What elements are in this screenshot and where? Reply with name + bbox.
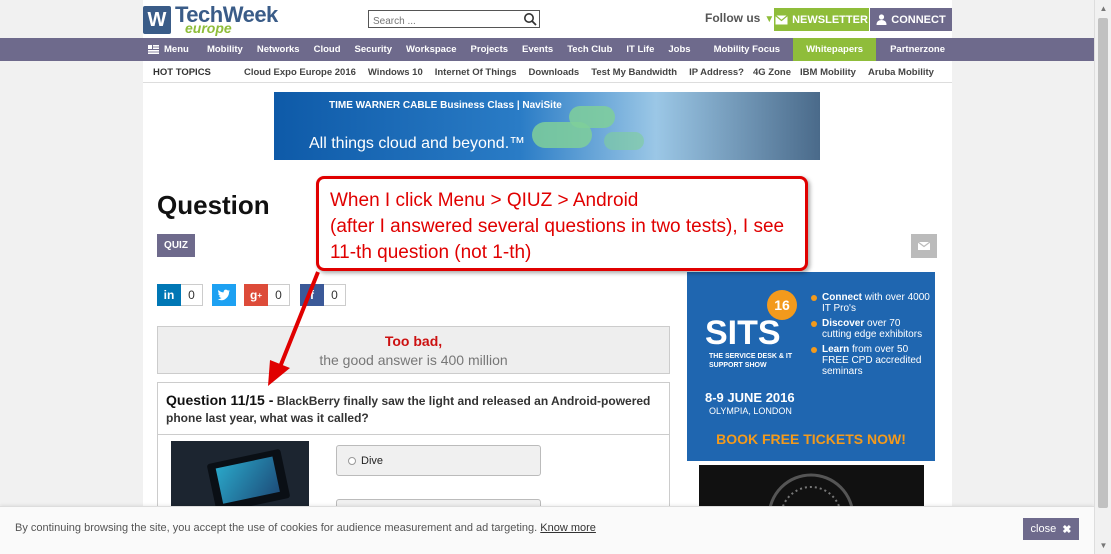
hot-topic-link[interactable]: IP Address?	[683, 67, 750, 78]
chevron-down-icon: ▼	[764, 14, 775, 25]
banner-ad[interactable]: TIME WARNER CABLE Business Class | NaviS…	[274, 92, 820, 160]
nav-item-partnerzone[interactable]: Partnerzone	[876, 38, 952, 61]
follow-us-dropdown[interactable]: Follow us ▼	[705, 11, 774, 25]
linkedin-icon: in	[157, 284, 181, 306]
cookie-close-button[interactable]: close ✖	[1023, 518, 1079, 540]
ad-subtitle: THE SERVICE DESK & IT SUPPORT SHOW	[709, 353, 793, 369]
newsletter-button[interactable]: NEWSLETTER	[774, 8, 869, 31]
answer-option[interactable]: Dive	[336, 445, 541, 476]
category-tag[interactable]: QUIZ	[157, 234, 195, 257]
newsletter-label: NEWSLETTER	[792, 13, 868, 26]
question-header: Question 11/15 - BlackBerry finally saw …	[158, 383, 669, 435]
question-number: Question 11/15 -	[166, 392, 274, 408]
ad-cta[interactable]: BOOK FREE TICKETS NOW!	[697, 428, 925, 450]
page: W TechWeek europe Follow us▼ NEWSLETTER …	[0, 0, 1111, 554]
annotation-callout: When I click Menu > QIUZ > Android (afte…	[316, 176, 808, 271]
nav-item-it-life[interactable]: IT Life	[619, 38, 661, 61]
cookie-know-more-link[interactable]: Know more	[540, 522, 596, 534]
linkedin-share[interactable]: in 0	[157, 284, 203, 306]
linkedin-count: 0	[181, 284, 203, 306]
cookie-message: By continuing browsing the site, you acc…	[15, 522, 538, 534]
answer-option-label: Dive	[361, 454, 384, 467]
nav-item-cloud[interactable]: Cloud	[307, 38, 348, 61]
nav-item-security[interactable]: Security	[348, 38, 400, 61]
phone-graphic	[206, 448, 291, 514]
email-share-button[interactable]	[911, 234, 937, 258]
main-nav: Menu Mobility Networks Cloud Security Wo…	[0, 38, 1094, 61]
ad-bullets: Connect with over 4000 IT Pro's Discover…	[811, 292, 932, 381]
logo-sub-text: europe	[185, 20, 232, 36]
nav-menu[interactable]: Menu	[143, 38, 196, 61]
nav-item-networks[interactable]: Networks	[250, 38, 307, 61]
logo-w-icon: W	[143, 6, 171, 34]
result-answer: the good answer is 400 million	[319, 352, 508, 368]
cookie-close-label: close	[1030, 523, 1057, 535]
hot-topic-link[interactable]: Test My Bandwidth	[585, 67, 683, 78]
cookie-text: By continuing browsing the site, you acc…	[15, 522, 596, 534]
ad-title: SITS	[705, 314, 781, 352]
banner-tagline: All things cloud and beyond.™	[309, 135, 526, 152]
cloud-graphic	[569, 106, 615, 128]
follow-us-label: Follow us	[705, 11, 761, 25]
annotation-line: (after I answered several questions in t…	[330, 216, 785, 237]
page-scrollbar[interactable]: ▲ ▼	[1094, 0, 1111, 554]
ad-bullet-bold: Connect	[822, 292, 862, 303]
hot-topics-bar: HOT TOPICS Cloud Expo Europe 2016 Window…	[143, 63, 952, 83]
hot-topic-link[interactable]: Cloud Expo Europe 2016	[238, 67, 362, 78]
ad-bullet-bold: Discover	[822, 318, 865, 329]
scroll-up-icon[interactable]: ▲	[1095, 0, 1111, 17]
nav-item-tech-club[interactable]: Tech Club	[560, 38, 619, 61]
facebook-count: 0	[324, 284, 346, 306]
radio-icon[interactable]	[348, 456, 356, 465]
hot-topics-title: HOT TOPICS	[153, 67, 211, 78]
hot-topic-link[interactable]: 4G Zone	[750, 67, 794, 78]
search-box	[368, 10, 540, 30]
answer-result: Too bad, the good answer is 400 million	[157, 326, 670, 374]
hot-topic-link[interactable]: Windows 10	[362, 67, 429, 78]
facebook-icon: f	[300, 284, 324, 306]
nav-item-whitepapers[interactable]: Whitepapers	[793, 38, 877, 61]
scrollbar-thumb[interactable]	[1098, 18, 1108, 508]
connect-label: CONNECT	[891, 13, 946, 26]
annotation-line: 11-th question (not 1-th)	[330, 242, 532, 263]
nav-item-projects[interactable]: Projects	[464, 38, 516, 61]
nav-menu-label: Menu	[164, 44, 189, 55]
nav-item-mobility[interactable]: Mobility	[200, 38, 250, 61]
cloud-graphic	[604, 132, 644, 150]
envelope-icon	[775, 14, 788, 24]
page-title: Question	[157, 190, 270, 220]
search-icon[interactable]	[523, 12, 537, 26]
googleplus-count: 0	[268, 284, 290, 306]
nav-item-workspace[interactable]: Workspace	[399, 38, 464, 61]
ad-bullet-bold: Learn	[822, 344, 850, 355]
facebook-share[interactable]: f 0	[300, 284, 346, 306]
menu-icon	[148, 45, 159, 54]
googleplus-icon: g +	[244, 284, 268, 306]
hot-topic-link[interactable]: Aruba Mobility	[862, 67, 940, 78]
nav-item-jobs[interactable]: Jobs	[661, 38, 697, 61]
user-icon	[876, 14, 887, 25]
hot-topic-link[interactable]: IBM Mobility	[794, 67, 862, 78]
nav-item-mobility-focus[interactable]: Mobility Focus	[698, 38, 788, 61]
twitter-share[interactable]	[212, 284, 236, 306]
cookie-banner: By continuing browsing the site, you acc…	[0, 506, 1094, 554]
nav-item-events[interactable]: Events	[515, 38, 560, 61]
hot-topic-link[interactable]: Internet Of Things	[429, 67, 523, 78]
sits-ad[interactable]: 16 SITS THE SERVICE DESK & IT SUPPORT SH…	[687, 272, 935, 461]
twitter-icon	[212, 284, 236, 306]
envelope-icon	[917, 241, 931, 250]
ad-dates: 8-9 JUNE 2016	[705, 390, 795, 405]
annotation-line: When I click Menu > QIUZ > Android	[330, 190, 639, 211]
googleplus-share[interactable]: g + 0	[244, 284, 290, 306]
search-input[interactable]	[369, 13, 519, 30]
site-logo[interactable]: W TechWeek europe	[143, 2, 278, 36]
close-icon: ✖	[1062, 523, 1072, 536]
hot-topic-link[interactable]: Downloads	[523, 67, 586, 78]
question-box: Question 11/15 - BlackBerry finally saw …	[157, 382, 670, 530]
ad-location: OLYMPIA, LONDON	[709, 406, 792, 416]
banner-brand: TIME WARNER CABLE Business Class | NaviS…	[329, 100, 562, 111]
scroll-down-icon[interactable]: ▼	[1095, 537, 1111, 554]
connect-button[interactable]: CONNECT	[870, 8, 952, 31]
result-headline: Too bad,	[384, 333, 443, 349]
